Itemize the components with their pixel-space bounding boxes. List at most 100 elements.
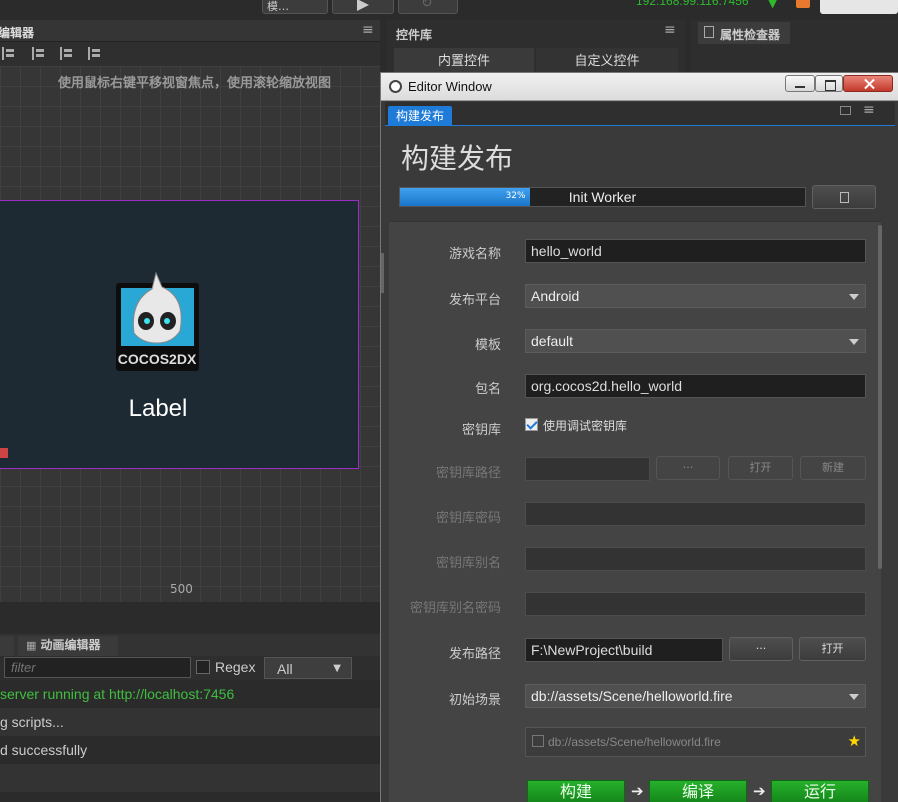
start-scene-label: 初始场景: [448, 693, 501, 708]
label-node[interactable]: Label: [88, 395, 228, 423]
inspector-icon: [704, 26, 714, 38]
game-name-input[interactable]: hello_world: [525, 239, 866, 263]
console-line: g scripts...: [0, 708, 380, 736]
film-icon: ▦: [26, 639, 37, 652]
tab-builtin-label: 内置控件: [437, 54, 490, 69]
build-path-open-button[interactable]: 打开: [799, 637, 866, 661]
chevron-down-icon: [849, 339, 859, 345]
keystore-path-input[interactable]: [525, 457, 650, 481]
console-toolbar: Regex All ▼: [0, 656, 380, 680]
control-library-panel: 控件库 ≡ 内置控件 自定义控件: [386, 20, 686, 80]
refresh-button[interactable]: ↻: [398, 0, 458, 14]
canvas-node[interactable]: COCOS2DX Label: [0, 200, 359, 469]
document-icon: [839, 192, 849, 203]
scene-list-item: db://assets/Scene/helloworld.fire: [548, 735, 721, 749]
compile-button[interactable]: 编译: [649, 780, 747, 802]
scene-view[interactable]: 使用鼠标右键平移视窗焦点，使用滚轮缩放视图 COCOS2DX Label 500: [0, 66, 380, 602]
console-line: d successfully: [0, 736, 380, 764]
package-input[interactable]: org.cocos2d.hello_world: [525, 374, 866, 398]
align-right-icon[interactable]: [88, 47, 100, 60]
animation-editor-tab[interactable]: ▦ 动画编辑器: [18, 636, 118, 656]
console-line: server running at http://localhost:7456: [0, 680, 380, 708]
tab-build-publish[interactable]: 构建发布: [388, 106, 453, 126]
maximize-button[interactable]: [815, 75, 843, 92]
log-level-select[interactable]: All ▼: [264, 657, 352, 679]
platform-select[interactable]: Android: [525, 284, 866, 308]
console-tab[interactable]: [0, 636, 14, 656]
refresh-icon: ↻: [421, 0, 433, 11]
popout-icon[interactable]: [840, 106, 851, 115]
panel-menu-icon[interactable]: ≡: [863, 102, 875, 118]
cocos-logo[interactable]: COCOS2DX: [116, 271, 199, 371]
package-label: 包名: [474, 382, 501, 397]
chevron-down-icon: ▼: [333, 663, 341, 674]
scene-tools: [0, 42, 380, 66]
account-button[interactable]: [820, 0, 898, 14]
server-address: 192.168.99.116:7456: [636, 0, 749, 8]
build-path-input[interactable]: F:\NewProject\build: [525, 638, 723, 662]
play-button[interactable]: [332, 0, 394, 14]
platform-dropdown[interactable]: 模…: [262, 0, 328, 14]
canvas-anchor-icon: [0, 448, 8, 458]
arrow-right-icon: ➔: [753, 782, 766, 800]
console-line-empty: [0, 764, 380, 792]
debug-keystore-checkbox[interactable]: [525, 418, 538, 431]
scene-editor-tab[interactable]: 编辑器: [0, 24, 34, 41]
star-icon[interactable]: ★: [848, 732, 861, 750]
notification-icon[interactable]: [796, 0, 810, 8]
build-button[interactable]: 构建: [527, 780, 625, 802]
ruler-label: 500: [170, 582, 193, 596]
build-progress-bar: 32% Init Worker: [399, 187, 806, 207]
scene-include-checkbox[interactable]: [532, 735, 544, 747]
inspector-tab[interactable]: 属性检查器: [698, 22, 790, 44]
chevron-down-icon: [849, 694, 859, 700]
inspector-title: 属性检查器: [720, 28, 781, 42]
minimize-button[interactable]: [785, 75, 815, 92]
start-scene-select[interactable]: db://assets/Scene/helloworld.fire: [525, 684, 866, 708]
template-select[interactable]: default: [525, 329, 866, 353]
keystore-open-button[interactable]: 打开: [728, 456, 793, 480]
wifi-icon: ▼: [768, 0, 778, 10]
cocos-logo-image: COCOS2DX: [116, 271, 199, 371]
build-path-label: 发布路径: [448, 647, 501, 662]
window-tabbar: 构建发布 ≡: [385, 102, 895, 126]
control-library-title: 控件库: [396, 28, 433, 42]
log-level-value: All: [277, 661, 293, 677]
progress-status: Init Worker: [568, 189, 637, 205]
open-log-button[interactable]: [812, 185, 876, 209]
form-scrollbar[interactable]: [878, 225, 882, 569]
keystore-browse-button[interactable]: ···: [656, 456, 720, 480]
platform-value: Android: [531, 288, 580, 304]
arrow-right-icon: ➔: [631, 782, 644, 800]
game-name-label: 游戏名称: [448, 247, 501, 262]
console-output: server running at http://localhost:7456 …: [0, 680, 380, 802]
page-title: 构建发布: [401, 142, 514, 175]
panel-menu-icon[interactable]: ≡: [362, 22, 374, 38]
align-center-icon[interactable]: [32, 47, 44, 60]
scene-editor-tabbar: 编辑器 ≡: [0, 20, 380, 42]
scene-list: db://assets/Scene/helloworld.fire ★: [525, 727, 866, 757]
keystore-alias-input[interactable]: [525, 547, 866, 571]
panel-menu-icon[interactable]: ≡: [664, 22, 676, 38]
keystore-path-label: 密钥库路径: [435, 466, 501, 481]
window-titlebar[interactable]: Editor Window: [381, 73, 898, 101]
regex-label: Regex: [215, 659, 256, 675]
regex-checkbox[interactable]: [196, 660, 210, 674]
align-left-icon[interactable]: [2, 47, 14, 60]
keystore-password-input[interactable]: [525, 502, 866, 526]
close-button[interactable]: [843, 75, 893, 92]
platform-label: 发布平台: [448, 293, 501, 308]
filter-input[interactable]: [4, 657, 191, 678]
editor-window: Editor Window 构建发布 ≡ 构建发布 32% Init Worke…: [380, 72, 898, 802]
align-middle-icon[interactable]: [60, 47, 72, 60]
keystore-alias-password-input[interactable]: [525, 592, 866, 616]
keystore-label: 密钥库: [461, 423, 501, 438]
bottom-tabbar: ▦ 动画编辑器: [0, 634, 380, 656]
platform-dropdown-label: 模…: [267, 0, 289, 13]
keystore-alias-label: 密钥库别名: [435, 556, 501, 571]
keystore-alias-password-label: 密钥库别名密码: [409, 601, 501, 616]
template-label: 模板: [474, 338, 501, 353]
keystore-new-button[interactable]: 新建: [800, 456, 866, 480]
build-path-browse-button[interactable]: ···: [729, 637, 793, 661]
run-button[interactable]: 运行: [771, 780, 869, 802]
